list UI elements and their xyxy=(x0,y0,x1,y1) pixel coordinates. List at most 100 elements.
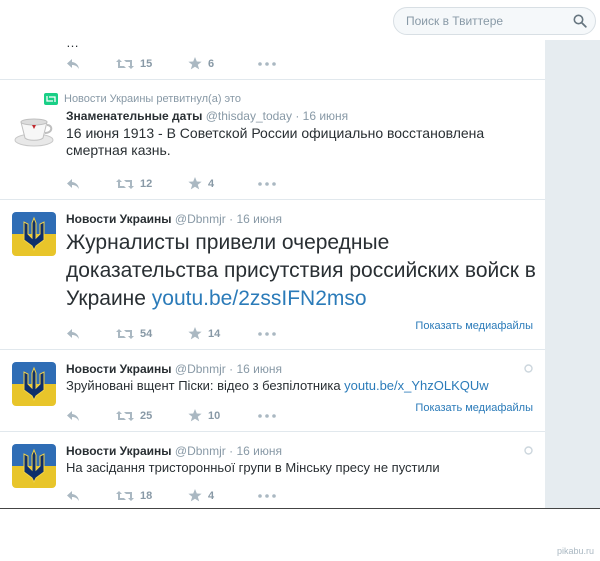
favorite-count: 10 xyxy=(208,409,221,422)
tweet-header: Новости Украины @Dbnmjr · 16 июня xyxy=(66,362,282,376)
screenshot-bottom-border xyxy=(0,508,600,509)
retweet-icon xyxy=(116,410,134,421)
top-bar xyxy=(0,0,600,40)
tweet-1[interactable]: Новости Украины ретвитнул(а) это Знамена… xyxy=(0,80,545,200)
avatar[interactable] xyxy=(12,444,56,488)
tweet-0[interactable]: … 15 6 xyxy=(0,35,545,80)
favorite-count: 4 xyxy=(208,177,215,190)
username[interactable]: @Dbnmjr xyxy=(175,444,226,458)
retweet-button[interactable]: 25 xyxy=(116,410,188,422)
more-button[interactable] xyxy=(258,181,276,186)
reply-button[interactable] xyxy=(66,328,116,340)
retweet-context-icon xyxy=(44,93,58,105)
fullname[interactable]: Знаменательные даты xyxy=(66,109,202,123)
teacup-avatar-image xyxy=(12,108,56,152)
tweet-header: Новости Украины @Dbnmjr · 16 июня xyxy=(66,444,282,458)
search-input[interactable] xyxy=(406,14,566,28)
tweet-text-fragment: … xyxy=(66,35,79,50)
search-box[interactable] xyxy=(393,7,596,35)
timestamp[interactable]: 16 июня xyxy=(303,109,349,123)
tweet-3[interactable]: Новости Украины @Dbnmjr · 16 июня Зруйно… xyxy=(0,350,545,432)
username[interactable]: @thisday_today xyxy=(206,109,292,123)
search-icon[interactable] xyxy=(573,14,587,28)
tweet-text-body: Зруйновані вщент Піски: відео з безпілот… xyxy=(66,378,345,393)
retweet-icon xyxy=(116,58,134,69)
more-button[interactable] xyxy=(258,413,276,418)
tweet-actions: 54 14 xyxy=(66,327,276,340)
retweet-count: 54 xyxy=(140,327,153,340)
tweet-header: Знаменательные даты @thisday_today · 16 … xyxy=(66,109,349,123)
tweet-actions: 25 10 xyxy=(66,409,276,422)
retweet-icon xyxy=(116,490,134,501)
favorite-button[interactable]: 4 xyxy=(188,489,258,502)
retweet-count: 18 xyxy=(140,489,153,502)
more-button[interactable] xyxy=(258,331,276,336)
favorite-button[interactable]: 10 xyxy=(188,409,258,422)
more-dots-icon xyxy=(258,61,276,66)
tweet-text: Журналисты привели очередные доказательс… xyxy=(66,229,536,313)
tweet-text: На засідання тристоронньої групи в Мінсь… xyxy=(66,460,440,475)
avatar[interactable] xyxy=(12,362,56,406)
favorite-count: 6 xyxy=(208,57,215,70)
tweet-link[interactable]: youtu.be/x_YhzOLKQUw xyxy=(344,378,489,393)
fullname[interactable]: Новости Украины xyxy=(66,362,172,376)
star-icon xyxy=(188,57,202,70)
tweet-link[interactable]: youtu.be/2zssIFN2mso xyxy=(152,287,367,310)
ukraine-trident-avatar-image xyxy=(12,362,56,406)
reply-button[interactable] xyxy=(66,58,116,70)
favorite-button[interactable]: 4 xyxy=(188,177,258,190)
right-sidebar-background xyxy=(545,40,600,508)
tweet-4[interactable]: Новости Украины @Dbnmjr · 16 июня На зас… xyxy=(0,432,545,508)
favorite-button[interactable]: 14 xyxy=(188,327,258,340)
retweet-button[interactable]: 15 xyxy=(116,58,188,70)
show-media-link[interactable]: Показать медиафайлы xyxy=(415,320,533,332)
ukraine-trident-avatar-image xyxy=(12,212,56,256)
more-dots-icon xyxy=(258,413,276,418)
timestamp[interactable]: 16 июня xyxy=(236,362,282,376)
fullname[interactable]: Новости Украины xyxy=(66,212,172,226)
retweet-button[interactable]: 12 xyxy=(116,178,188,190)
username[interactable]: @Dbnmjr xyxy=(175,212,226,226)
more-dots-icon xyxy=(258,493,276,498)
avatar[interactable] xyxy=(12,212,56,256)
retweet-icon xyxy=(116,328,134,339)
star-icon xyxy=(188,327,202,340)
tweet-2[interactable]: Новости Украины @Dbnmjr · 16 июня Журнал… xyxy=(0,200,545,350)
retweet-count: 15 xyxy=(140,57,153,70)
more-dots-icon xyxy=(258,331,276,336)
retweet-icon xyxy=(116,178,134,189)
star-icon xyxy=(188,489,202,502)
favorite-button[interactable]: 6 xyxy=(188,57,258,70)
retweet-button[interactable]: 18 xyxy=(116,490,188,502)
username[interactable]: @Dbnmjr xyxy=(175,362,226,376)
timeline: … 15 6 Новости Украины ретвитнул(а) это … xyxy=(0,35,545,508)
reply-icon xyxy=(67,328,79,339)
show-media-link[interactable]: Показать медиафайлы xyxy=(415,402,533,414)
more-button[interactable] xyxy=(258,493,276,498)
favorite-count: 14 xyxy=(208,327,221,340)
tweet-actions: 18 4 xyxy=(66,489,276,502)
reply-button[interactable] xyxy=(66,178,116,190)
retweet-context: Новости Украины ретвитнул(а) это xyxy=(44,93,241,105)
tweet-text: Зруйновані вщент Піски: відео з безпілот… xyxy=(66,378,536,394)
retweet-button[interactable]: 54 xyxy=(116,328,188,340)
reply-button[interactable] xyxy=(66,490,116,502)
reply-button[interactable] xyxy=(66,410,116,422)
chevron-down-icon[interactable] xyxy=(524,446,533,455)
retweet-count: 12 xyxy=(140,177,153,190)
avatar[interactable] xyxy=(12,108,56,152)
star-icon xyxy=(188,409,202,422)
timestamp[interactable]: 16 июня xyxy=(236,444,282,458)
fullname[interactable]: Новости Украины xyxy=(66,444,172,458)
reply-icon xyxy=(67,178,79,189)
more-button[interactable] xyxy=(258,61,276,66)
tweet-actions: 12 4 xyxy=(66,177,276,190)
ukraine-trident-avatar-image xyxy=(12,444,56,488)
retweet-context-text: Новости Украины ретвитнул(а) это xyxy=(64,93,241,105)
timestamp[interactable]: 16 июня xyxy=(236,212,282,226)
reply-icon xyxy=(67,58,79,69)
favorite-count: 4 xyxy=(208,489,215,502)
tweet-actions: 15 6 xyxy=(66,57,276,70)
more-dots-icon xyxy=(258,181,276,186)
chevron-down-icon[interactable] xyxy=(524,364,533,373)
